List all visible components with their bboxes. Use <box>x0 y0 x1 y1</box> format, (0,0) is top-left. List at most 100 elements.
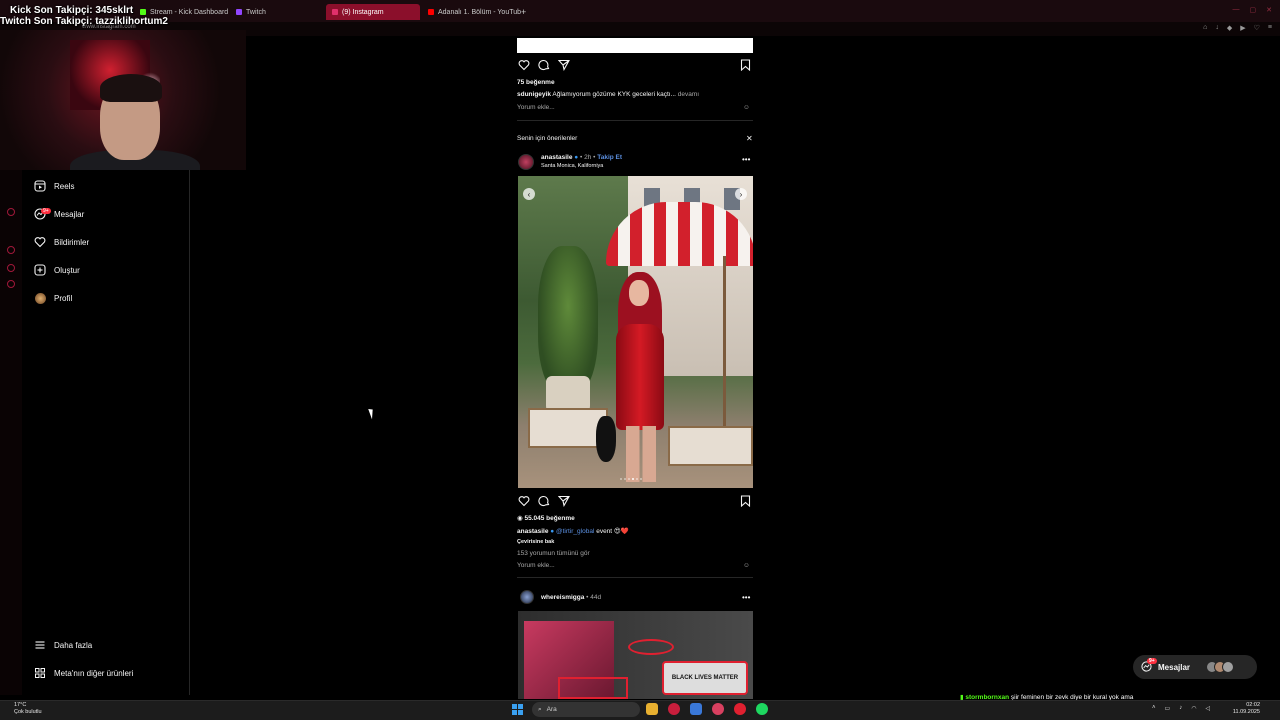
bookmark-icon[interactable]: ⌂ <box>1203 24 1207 32</box>
share-icon[interactable] <box>558 59 570 71</box>
menu-icon <box>34 639 46 651</box>
sidebar-item-profile[interactable]: Profil <box>34 288 72 308</box>
verified-icon: ● <box>574 154 579 161</box>
like-icon[interactable] <box>518 59 530 71</box>
carousel-dot <box>640 478 642 480</box>
carousel-next-button[interactable]: › <box>735 188 747 200</box>
wifi-icon[interactable]: ◠ <box>1191 705 1196 712</box>
search-icon: ⌕ <box>538 705 542 713</box>
extension-icon[interactable]: ◆ <box>1227 24 1232 32</box>
instagram-feed: 75 beğenme sdunigeyik Ağlamıyorum gözüme… <box>517 36 753 699</box>
verified-icon: ● <box>550 528 555 535</box>
instagram-sidebar: Reels 9+ Mesajlar Bildirimler Oluştur Pr… <box>22 170 190 695</box>
messages-badge: 9+ <box>41 208 51 214</box>
weather-widget[interactable]: 17°C Çok bulutlu <box>14 702 42 716</box>
messages-pill[interactable]: 9+ Mesajlar <box>1133 655 1257 679</box>
minimize-icon[interactable]: — <box>1233 6 1240 14</box>
obs-icon[interactable] <box>712 703 724 715</box>
translate-link[interactable]: Çevirisine bak <box>517 539 554 545</box>
heart-icon[interactable]: ♡ <box>1254 24 1260 32</box>
sidebar-item-notifications[interactable]: Bildirimler <box>34 232 89 252</box>
carousel-dot <box>624 478 626 480</box>
close-icon[interactable]: ✕ <box>1266 6 1272 14</box>
carousel-dot <box>620 478 622 480</box>
sidebar-item-reels[interactable]: Reels <box>34 176 74 196</box>
post-header: whereismigga • 44d <box>541 594 602 601</box>
comment-icon[interactable] <box>538 495 550 507</box>
weather-temp: 17°C <box>14 702 27 708</box>
emoji-icon[interactable]: ☺ <box>743 562 750 569</box>
post-location[interactable]: Santa Monica, Kaliforniya <box>541 163 603 169</box>
likes-avatar-icon: ◉ <box>517 515 523 522</box>
mic-icon[interactable]: ♪ <box>1179 705 1182 712</box>
volume-icon[interactable]: ◁ <box>1205 705 1210 712</box>
kick-icon <box>140 9 146 15</box>
sidebar-item-messages[interactable]: 9+ Mesajlar <box>34 204 84 224</box>
chevron-up-icon[interactable]: ˄ <box>1152 705 1156 712</box>
sidebar-rail <box>0 170 22 695</box>
carousel-image[interactable] <box>518 176 753 488</box>
comment-input[interactable]: Yorum ekle... <box>517 104 555 111</box>
comment-icon[interactable] <box>538 59 550 71</box>
likes-count[interactable]: ◉ 55.045 beğenme <box>517 514 575 522</box>
more-options-icon[interactable]: ••• <box>742 593 750 602</box>
opera-gx-icon[interactable] <box>668 703 680 715</box>
grid-icon <box>34 667 46 679</box>
tab-instagram[interactable]: (9) Instagram <box>326 4 420 20</box>
carousel-dots <box>620 478 642 480</box>
sidebar-item-create[interactable]: Oluştur <box>34 260 80 280</box>
chevron-left-icon: ‹ <box>527 189 531 199</box>
webcam-feed <box>0 30 246 170</box>
browser-icon[interactable] <box>734 703 746 715</box>
taskbar-clock[interactable]: 02:02 11.09.2025 <box>1228 702 1260 716</box>
app-icon[interactable] <box>690 703 702 715</box>
start-button[interactable] <box>512 704 523 715</box>
mouse-cursor <box>368 407 376 420</box>
post-actions <box>517 495 753 509</box>
post-caption: sdunigeyik Ağlamıyorum gözüme KYK gecele… <box>517 91 700 98</box>
post-image-text: BLACK LIVES MATTER <box>662 661 748 695</box>
messages-badge: 9+ <box>1147 657 1157 664</box>
more-options-icon[interactable]: ••• <box>742 155 750 164</box>
network-icon[interactable]: ▭ <box>1165 705 1171 712</box>
tab-youtube[interactable]: Adanalı 1. Bölüm - YouTub <box>422 4 527 20</box>
like-icon[interactable] <box>518 495 530 507</box>
suggested-title: Senin için önerilenler <box>517 135 578 142</box>
close-icon[interactable]: ✕ <box>746 134 753 143</box>
carousel-prev-button[interactable]: ‹ <box>523 188 535 200</box>
post-image[interactable]: BLACK LIVES MATTER <box>518 611 753 699</box>
message-avatars <box>1206 661 1235 673</box>
view-comments-link[interactable]: 153 yorumun tümünü gör <box>517 550 590 557</box>
post-caption: anastasile ● @tirtir_global event 😍❤️ <box>517 528 629 535</box>
tab-twitch[interactable]: Twitch <box>230 4 272 20</box>
follow-button[interactable]: Takip Et <box>597 154 622 161</box>
save-icon[interactable] <box>740 59 751 71</box>
twitch-icon <box>236 9 242 15</box>
comment-input[interactable]: Yorum ekle... <box>517 562 555 569</box>
maximize-icon[interactable]: ▢ <box>1250 6 1257 14</box>
messenger-icon: 9+ <box>34 208 51 220</box>
new-tab-button[interactable]: + <box>515 4 532 20</box>
taskbar <box>0 700 1280 720</box>
menu-icon[interactable]: ≡ <box>1268 24 1272 32</box>
reels-icon <box>34 180 46 192</box>
sidebar-item-meta-products[interactable]: Meta'nın diğer ürünleri <box>34 663 133 683</box>
system-tray: ˄ ▭ ♪ ◠ ◁ <box>1152 705 1210 712</box>
emoji-icon[interactable]: ☺ <box>743 104 750 111</box>
download-icon[interactable]: ↓ <box>1215 24 1219 32</box>
post-image[interactable] <box>517 38 753 53</box>
spotify-icon[interactable] <box>756 703 768 715</box>
avatar[interactable] <box>520 590 534 604</box>
share-icon[interactable] <box>558 495 570 507</box>
taskbar-search[interactable]: ⌕ Ara <box>532 702 640 717</box>
carousel-dot <box>632 478 634 480</box>
post-header: anastasile ● • 2h • Takip Et <box>541 154 623 161</box>
save-icon[interactable] <box>740 495 751 507</box>
file-explorer-icon[interactable] <box>646 703 658 715</box>
play-icon[interactable]: ▶ <box>1240 24 1245 32</box>
avatar[interactable] <box>518 154 534 170</box>
profile-avatar <box>34 292 46 304</box>
instagram-icon <box>332 9 338 15</box>
sidebar-item-more[interactable]: Daha fazla <box>34 635 92 655</box>
likes-count[interactable]: 75 beğenme <box>517 79 555 86</box>
